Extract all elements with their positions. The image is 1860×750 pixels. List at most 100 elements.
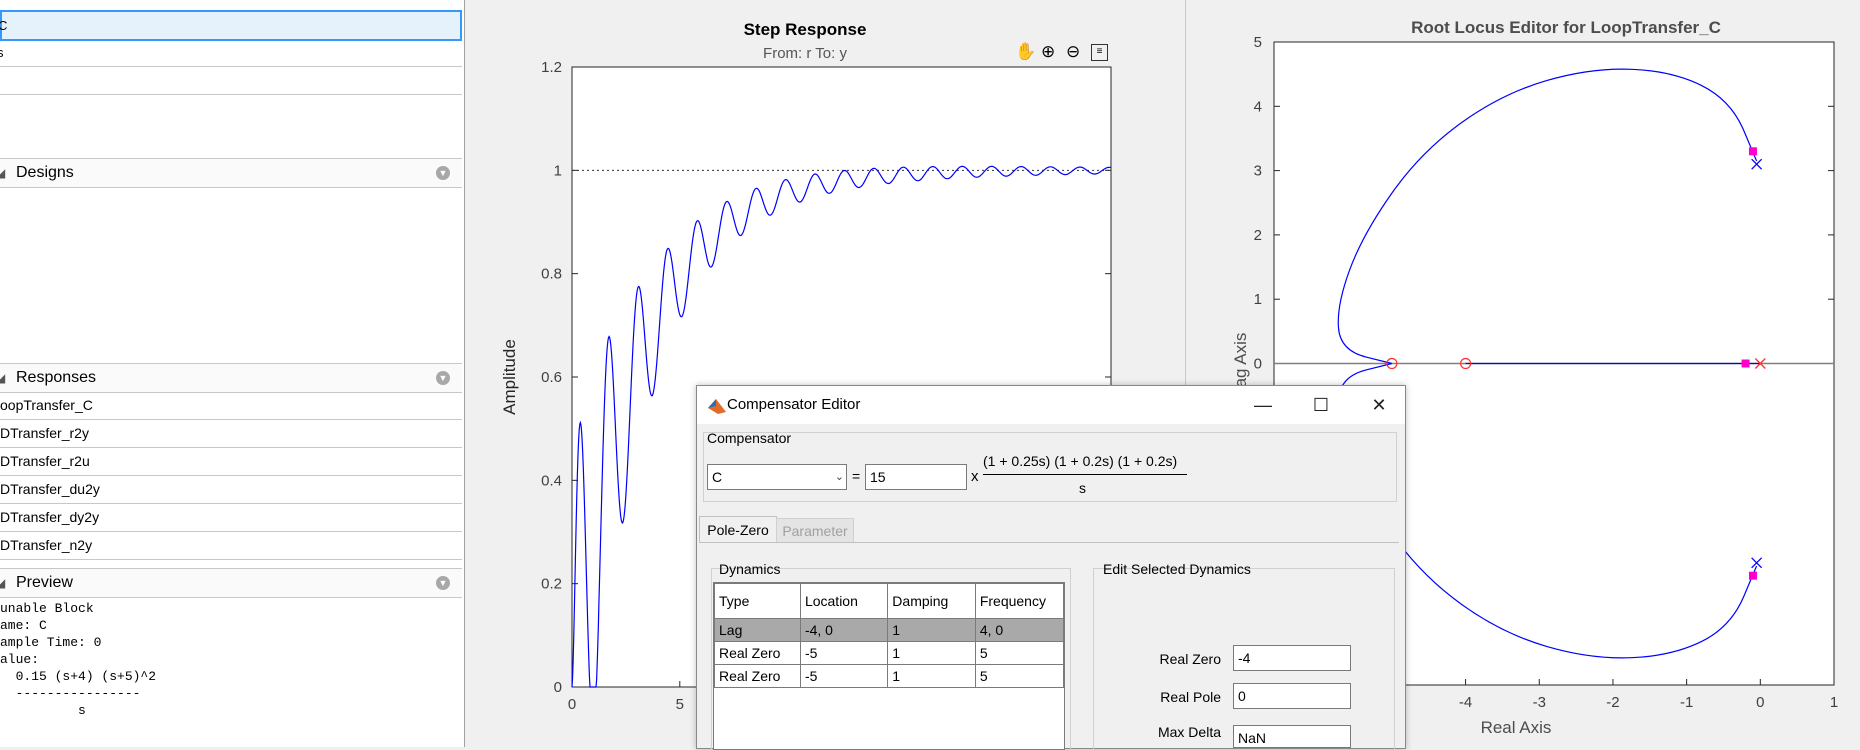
times-sign: x (971, 468, 979, 485)
section-menu-icon[interactable]: ▼ (436, 166, 450, 180)
response-item[interactable]: DTransfer_n2y (0, 532, 462, 560)
table-cell: Real Zero (714, 664, 801, 688)
x-tick-label: -1 (1680, 694, 1693, 711)
table-row[interactable]: Real Zero -5 1 5 (714, 664, 1065, 688)
dynamics-table: Type Location Damping Frequency Lag -4, … (714, 583, 1065, 688)
variable-row[interactable]: C (0, 10, 462, 41)
max-delta-label: Max Delta (1157, 724, 1221, 740)
y-tick-label: 0 (1254, 356, 1262, 373)
variable-label: s (0, 45, 4, 60)
column-header: Type (714, 583, 801, 619)
tab-pole-zero[interactable]: Pole-Zero (699, 516, 777, 543)
variable-row[interactable]: s (0, 39, 462, 67)
close-icon[interactable]: ✕ (1364, 392, 1394, 418)
table-cell: -5 (799, 641, 889, 665)
x-tick-label: -4 (1459, 694, 1472, 711)
dynamics-table-container: Type Location Damping Frequency Lag -4, … (713, 582, 1065, 750)
column-header: Location (799, 583, 889, 619)
chevron-down-icon: ⌄ (834, 471, 844, 483)
responses-section-header[interactable]: ◢ Responses ▼ (0, 363, 462, 393)
maximize-icon[interactable]: ☐ (1306, 392, 1336, 418)
x-tick-label: 5 (676, 696, 684, 713)
response-item[interactable]: DTransfer_r2u (0, 448, 462, 476)
table-cell: -5 (799, 664, 889, 688)
y-tick-label: 0.6 (541, 369, 562, 386)
edit-dynamics-label: Edit Selected Dynamics (1103, 561, 1251, 577)
max-delta-input[interactable]: NaN (1233, 725, 1351, 748)
y-tick-label: 4 (1254, 98, 1262, 115)
compensator-label: Compensator (707, 430, 792, 446)
y-tick-label: 0.4 (541, 472, 562, 489)
response-item[interactable]: DTransfer_dy2y (0, 504, 462, 532)
real-zero-input[interactable]: -4 (1233, 645, 1351, 671)
data-browser-panel: C s l ◢ Designs ▼ ◢ Responses ▼ oopTrans… (0, 0, 465, 747)
designs-header-label: Designs (16, 164, 74, 181)
closed-loop-pole-marker (1741, 359, 1750, 368)
gain-input[interactable]: 15 (865, 464, 967, 490)
table-cell: 5 (974, 641, 1065, 665)
variable-row[interactable]: l (0, 67, 462, 95)
table-cell: Lag (714, 618, 801, 642)
collapse-triangle-icon: ◢ (0, 166, 6, 180)
real-pole-input[interactable]: 0 (1233, 683, 1351, 709)
response-label: DTransfer_n2y (0, 537, 93, 553)
matlab-logo-icon (708, 399, 726, 414)
y-tick-label: 0 (554, 679, 562, 696)
table-cell: 1 (887, 641, 976, 665)
closed-loop-pole-marker (1748, 571, 1757, 580)
table-cell: 1 (887, 618, 976, 642)
response-item[interactable]: DTransfer_du2y (0, 476, 462, 504)
designs-section-header[interactable]: ◢ Designs ▼ (0, 158, 462, 188)
numerator: (1 + 0.25s) (1 + 0.2s) (1 + 0.2s) (983, 453, 1178, 469)
x-tick-label: 0 (1756, 694, 1764, 711)
y-tick-label: 0.2 (541, 576, 562, 593)
dynamics-label: Dynamics (719, 561, 781, 577)
collapse-triangle-icon: ◢ (0, 576, 6, 590)
x-tick-label: 0 (568, 696, 576, 713)
response-item[interactable]: DTransfer_r2y (0, 420, 462, 448)
dialog-title: Compensator Editor (727, 396, 861, 413)
table-cell: 1 (887, 664, 976, 688)
collapse-triangle-icon: ◢ (0, 371, 6, 385)
preview-header-label: Preview (16, 574, 73, 591)
y-tick-label: 3 (1254, 163, 1262, 180)
dialog-titlebar[interactable]: Compensator Editor — ☐ ✕ (697, 386, 1405, 424)
table-cell: Real Zero (714, 641, 801, 665)
denominator: s (1079, 480, 1086, 496)
section-menu-icon[interactable]: ▼ (436, 576, 450, 590)
compensator-select[interactable]: C ⌄ (707, 464, 847, 490)
y-tick-label: 5 (1254, 34, 1262, 51)
minimize-icon[interactable]: — (1248, 392, 1278, 418)
y-axis-label: Amplitude (500, 339, 519, 415)
y-tick-label: 1.2 (541, 59, 562, 76)
preview-section-header[interactable]: ◢ Preview ▼ (0, 568, 462, 598)
x-tick-label: 1 (1830, 694, 1838, 711)
compensator-editor-dialog: Compensator Editor — ☐ ✕ Compensator C ⌄… (696, 385, 1406, 750)
equals-sign: = (852, 468, 861, 484)
y-tick-label: 1 (1254, 291, 1262, 308)
x-tick-label: -2 (1606, 694, 1619, 711)
section-menu-icon[interactable]: ▼ (436, 371, 450, 385)
real-zero-label: Real Zero (1159, 651, 1221, 667)
table-cell: 5 (974, 664, 1065, 688)
table-cell: -4, 0 (799, 618, 889, 642)
fraction-bar (983, 474, 1187, 475)
table-row[interactable]: Lag -4, 0 1 4, 0 (714, 618, 1065, 642)
response-label: DTransfer_du2y (0, 481, 100, 497)
response-item[interactable]: oopTransfer_C (0, 392, 462, 420)
y-tick-label: 0.8 (541, 266, 562, 283)
select-value: C (712, 469, 723, 485)
tab-parameter[interactable]: Parameter (776, 518, 854, 543)
response-label: oopTransfer_C (0, 397, 93, 413)
table-header-row: Type Location Damping Frequency (714, 583, 1065, 619)
x-axis-label: Real Axis (1481, 718, 1552, 737)
response-label: DTransfer_dy2y (0, 509, 100, 525)
y-tick-label: 2 (1254, 227, 1262, 244)
closed-loop-pole-marker (1748, 147, 1757, 156)
real-pole-label: Real Pole (1160, 689, 1221, 705)
response-label: DTransfer_r2u (0, 453, 90, 469)
table-row[interactable]: Real Zero -5 1 5 (714, 641, 1065, 665)
preview-text: unable Block ame: C ample Time: 0 alue: … (0, 601, 157, 718)
y-tick-label: 1 (554, 162, 562, 179)
response-label: DTransfer_r2y (0, 425, 89, 441)
